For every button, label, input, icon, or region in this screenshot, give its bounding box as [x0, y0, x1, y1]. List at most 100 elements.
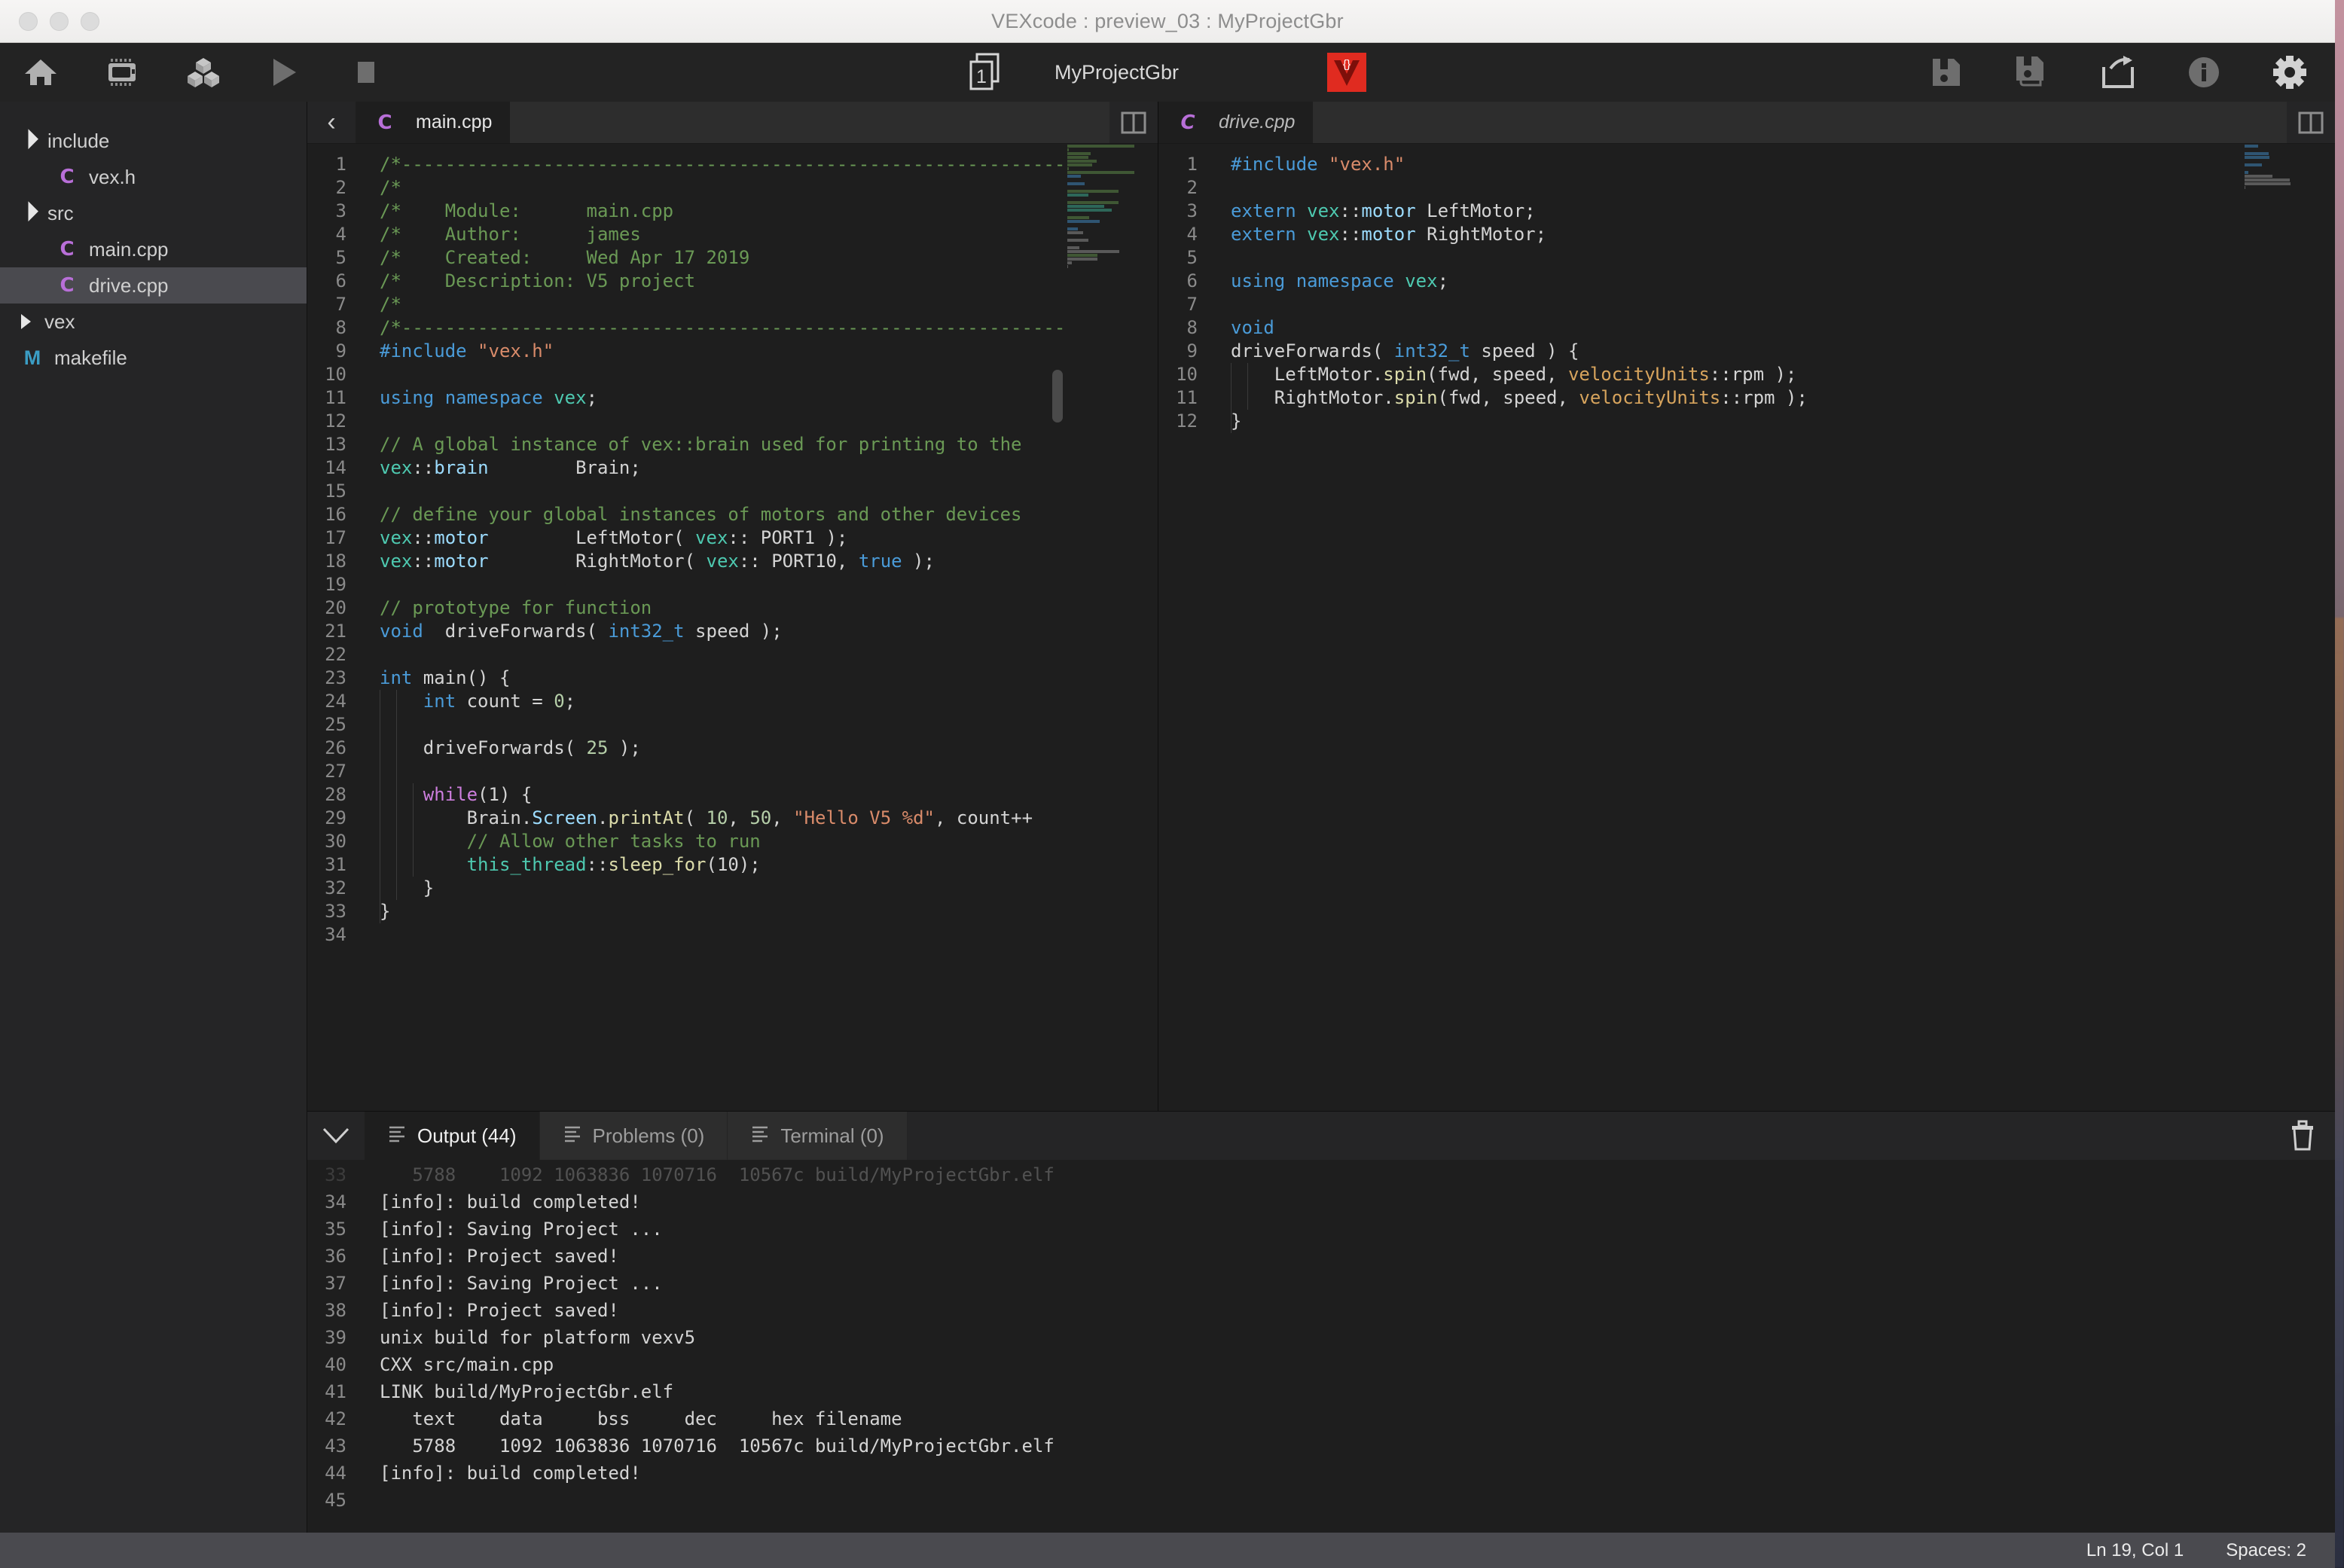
line-number: 18	[325, 551, 346, 572]
code-editor-main-cpp[interactable]: 1 /*-------------------------------------…	[307, 144, 1158, 1111]
bottom-tab-output[interactable]: Output (44)	[365, 1112, 540, 1160]
chevron-down-icon[interactable]	[18, 128, 38, 149]
line-number: 12	[325, 410, 346, 432]
line-number: 1	[1186, 154, 1198, 175]
editor-tabbar-right: C drive.cpp	[1158, 102, 2335, 144]
save-icon[interactable]	[1927, 53, 1966, 92]
output-line-number: 36	[325, 1246, 346, 1267]
code-line: 28 while(1) {	[307, 783, 1158, 807]
editor-scrollbar-left[interactable]	[1052, 370, 1063, 423]
indent-guide	[413, 783, 414, 877]
code-text: RightMotor.spin(fwd, speed, velocityUnit…	[1231, 387, 1808, 408]
output-line-text: text data bss dec hex filename	[380, 1408, 902, 1429]
chevron-right-icon[interactable]	[21, 314, 31, 329]
code-line: 8 /*-------------------------------------…	[307, 316, 1158, 340]
brain-device-icon[interactable]	[102, 53, 142, 92]
split-editor-icon[interactable]	[1109, 102, 1158, 143]
chevron-down-icon[interactable]	[18, 200, 38, 221]
code-line: 24 int count = 0;	[307, 690, 1158, 713]
output-line-text: [info]: build completed!	[380, 1191, 641, 1213]
line-number: 10	[1176, 364, 1198, 385]
project-name-button[interactable]: MyProjectGbr	[1054, 43, 1179, 102]
code-text: /*	[380, 294, 401, 315]
tree-item-drive-cpp[interactable]: Cdrive.cpp	[0, 267, 307, 304]
tree-item-makefile[interactable]: Mmakefile	[0, 340, 307, 376]
tab-scroll-back-button[interactable]: ‹	[307, 102, 356, 143]
split-editor-icon[interactable]	[2287, 102, 2335, 143]
output-line-number: 40	[325, 1354, 346, 1375]
bottom-tab-terminal[interactable]: Terminal (0)	[728, 1112, 908, 1160]
code-line: 3 /* Module: main.cpp	[307, 200, 1158, 223]
list-lines-icon	[387, 1124, 407, 1149]
bottom-tabbar-empty-space	[907, 1112, 2270, 1160]
code-line: 22	[307, 643, 1158, 667]
code-content-right[interactable]: 1 #include "vex.h" 2 3 extern vex::motor Lef…	[1158, 144, 2335, 1111]
toolbar-right-group	[1927, 43, 2309, 102]
tree-item-vex[interactable]: vex	[0, 304, 307, 340]
project-slot-button[interactable]: 1	[968, 43, 1003, 102]
cpp-file-icon: C	[377, 111, 392, 134]
makefile-icon: M	[23, 346, 41, 369]
slot-number-text: 1	[976, 66, 987, 87]
output-console[interactable]: 33 5788 1092 1063836 1070716 10567c buil…	[307, 1160, 2335, 1533]
bottom-tab-problems[interactable]: Problems (0)	[539, 1112, 728, 1160]
settings-gear-icon[interactable]	[2270, 53, 2309, 92]
stop-icon[interactable]	[346, 53, 386, 92]
line-number: 7	[1186, 294, 1198, 315]
info-icon[interactable]	[2184, 53, 2223, 92]
output-line-text: [info]: Saving Project ...	[380, 1219, 663, 1240]
tab-main-cpp[interactable]: C main.cpp	[356, 102, 511, 143]
clear-output-button[interactable]	[2270, 1112, 2335, 1160]
status-bar: Ln 19, Col 1 Spaces: 2	[0, 1533, 2335, 1568]
tree-item-label: include	[47, 129, 110, 152]
code-text: /* Module: main.cpp	[380, 200, 674, 221]
code-line: 12	[307, 410, 1158, 433]
blocks-icon[interactable]	[184, 53, 223, 92]
output-line: 45	[307, 1487, 2335, 1514]
code-text: }	[380, 877, 435, 898]
indentation-status[interactable]: Spaces: 2	[2226, 1540, 2306, 1561]
tree-item-include[interactable]: include	[0, 123, 307, 159]
output-line: 39 unix build for platform vexv5	[307, 1324, 2335, 1351]
indent-guide	[1247, 363, 1248, 410]
tree-item-label: makefile	[54, 346, 127, 369]
output-line-number: 44	[325, 1463, 346, 1484]
code-content-left[interactable]: 1 /*-------------------------------------…	[307, 144, 1158, 1111]
code-line: 20 // prototype for function	[307, 596, 1158, 620]
output-line-number: 41	[325, 1381, 346, 1402]
home-icon[interactable]	[21, 53, 60, 92]
line-number: 12	[1176, 410, 1198, 432]
output-line-text: [info]: Project saved!	[380, 1300, 619, 1321]
run-icon[interactable]	[265, 53, 304, 92]
tree-item-main-cpp[interactable]: Cmain.cpp	[0, 231, 307, 267]
code-line: 9 driveForwards( int32_t speed ) {	[1158, 340, 2335, 363]
output-line-text: [info]: build completed!	[380, 1463, 641, 1484]
tree-item-src[interactable]: src	[0, 195, 307, 231]
vex-logo-icon[interactable]: {}	[1327, 53, 1366, 92]
code-editor-drive-cpp[interactable]: 1 #include "vex.h" 2 3 extern vex::motor Lef…	[1158, 144, 2335, 1111]
output-line: 34 [info]: build completed!	[307, 1188, 2335, 1216]
cursor-position-status[interactable]: Ln 19, Col 1	[2086, 1540, 2184, 1561]
tab-label: main.cpp	[416, 111, 493, 133]
code-text: // A global instance of vex::brain used …	[380, 434, 1022, 455]
output-line-number: 33	[325, 1164, 346, 1185]
bottom-tab-label: Problems (0)	[592, 1124, 705, 1147]
collapse-panel-icon[interactable]	[307, 1112, 365, 1160]
share-icon[interactable]	[2098, 53, 2138, 92]
line-number: 8	[1186, 317, 1198, 338]
output-line: 44 [info]: build completed!	[307, 1460, 2335, 1487]
line-number: 29	[325, 807, 346, 828]
output-line-text: 5788 1092 1063836 1070716 10567c build/M…	[380, 1435, 1054, 1457]
code-line: 10 LeftMotor.spin(fwd, speed, velocityUn…	[1158, 363, 2335, 386]
tree-item-vex-h[interactable]: Cvex.h	[0, 159, 307, 195]
code-line: 8 void	[1158, 316, 2335, 340]
save-as-icon[interactable]	[2013, 53, 2052, 92]
line-number: 3	[1186, 200, 1198, 221]
line-number: 23	[325, 667, 346, 688]
code-line: 5 /* Created: Wed Apr 17 2019	[307, 246, 1158, 270]
line-number: 16	[325, 504, 346, 525]
tab-drive-cpp[interactable]: C drive.cpp	[1158, 102, 1314, 143]
line-number: 31	[325, 854, 346, 875]
